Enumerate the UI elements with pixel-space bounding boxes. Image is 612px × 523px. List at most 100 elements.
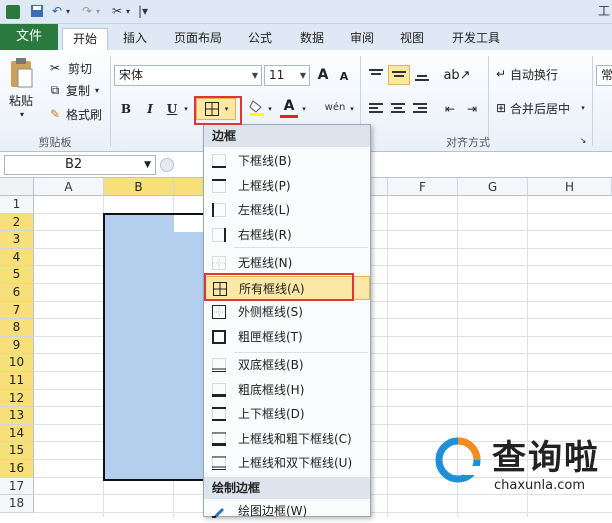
name-box[interactable]: B2 ▼ (4, 155, 156, 175)
paste-dropdown-icon[interactable]: ▾ (14, 108, 30, 120)
tab-data[interactable]: 数据 (290, 28, 334, 50)
fill-color-dropdown-icon[interactable]: ▾ (266, 100, 274, 118)
copy-dropdown-icon[interactable]: ▾ (92, 82, 102, 98)
bottom-double-border-icon (212, 358, 226, 372)
orientation-icon[interactable]: ab↗ (443, 66, 470, 84)
menu-item-top-and-double-bottom-border[interactable]: 上框线和双下框线(U) (204, 451, 370, 475)
phonetic-button[interactable]: wén (322, 96, 348, 118)
menu-item-right-border[interactable]: 右框线(R) (204, 223, 370, 247)
row-header-11[interactable]: 11 (0, 372, 34, 390)
menu-item-top-and-bottom-border[interactable]: 上下框线(D) (204, 402, 370, 426)
shrink-font-button[interactable]: A (336, 67, 352, 85)
column-header-f[interactable]: F (388, 178, 458, 196)
grow-font-button[interactable]: A (314, 65, 332, 85)
bold-button[interactable]: B (118, 100, 134, 118)
merge-dropdown-icon[interactable]: ▾ (578, 100, 588, 116)
tab-view[interactable]: 视图 (390, 28, 434, 50)
font-color-button[interactable]: A (280, 96, 298, 118)
copy-button[interactable]: 复制 (64, 82, 92, 98)
align-bottom-icon[interactable] (412, 66, 432, 84)
row-header-15[interactable]: 15 (0, 442, 34, 460)
tab-formulas[interactable]: 公式 (238, 28, 282, 50)
tab-page-layout[interactable]: 页面布局 (164, 28, 232, 50)
row-header-13[interactable]: 13 (0, 407, 34, 425)
align-center-icon[interactable] (388, 100, 408, 118)
menu-item-outside-borders[interactable]: 外侧框线(S) (204, 300, 370, 324)
menu-item-bottom-double-border[interactable]: 双底框线(B) (204, 353, 370, 377)
highlight-borders-button (194, 96, 242, 125)
row-header-12[interactable]: 12 (0, 389, 34, 408)
tab-developer[interactable]: 开发工具 (442, 28, 510, 50)
font-name-combo[interactable]: 宋体 ▼ (114, 65, 262, 86)
phonetic-dropdown-icon[interactable]: ▾ (348, 100, 356, 118)
row-header-7[interactable]: 7 (0, 301, 34, 320)
format-painter-button[interactable]: 格式刷 (64, 106, 104, 122)
merge-center-button[interactable]: 合并后居中 (510, 100, 576, 116)
menu-item-thick-bottom-border[interactable]: 粗底框线(H) (204, 378, 370, 402)
undo-dropdown-icon[interactable]: ▾ (66, 4, 70, 19)
customize-qat-icon[interactable]: |▾ (138, 4, 148, 19)
scissors-icon: ✂ (49, 61, 61, 75)
column-header-b[interactable]: B (104, 178, 174, 196)
menu-item-bottom-border[interactable]: 下框线(B) (204, 149, 370, 173)
menu-item-no-border[interactable]: 无框线(N) (204, 251, 370, 275)
align-top-icon[interactable] (366, 66, 386, 84)
formula-bar-handle[interactable] (160, 158, 174, 172)
fill-color-icon[interactable] (248, 98, 266, 118)
row-header-9[interactable]: 9 (0, 336, 34, 355)
menu-item-left-border[interactable]: 左框线(L) (204, 198, 370, 222)
tab-file[interactable]: 文件 (0, 24, 58, 50)
font-color-dropdown-icon[interactable]: ▾ (300, 100, 308, 118)
column-header-h[interactable]: H (528, 178, 612, 196)
align-right-icon[interactable] (410, 100, 430, 118)
row-header-18[interactable]: 18 (0, 495, 34, 513)
menu-section-borders: 边框 (204, 125, 370, 147)
decrease-indent-icon[interactable]: ⇤ (440, 100, 460, 118)
tools-dropdown-icon[interactable]: ▾ (126, 4, 130, 19)
underline-dropdown-icon[interactable]: ▾ (182, 100, 190, 118)
tab-insert[interactable]: 插入 (112, 28, 158, 50)
outside-borders-icon (212, 305, 226, 320)
column-header-g[interactable]: G (458, 178, 528, 196)
row-header-14[interactable]: 14 (0, 424, 34, 443)
undo-icon[interactable]: ↶ (52, 4, 62, 19)
cut-button[interactable]: 剪切 (64, 60, 96, 76)
row-header-3[interactable]: 3 (0, 231, 34, 249)
row-header-4[interactable]: 4 (0, 248, 34, 267)
magnifier-logo-icon (435, 437, 481, 483)
tab-review[interactable]: 审阅 (340, 28, 384, 50)
paste-icon[interactable] (6, 56, 36, 92)
align-left-icon[interactable] (366, 100, 386, 118)
menu-item-label: 外侧框线(S) (238, 305, 303, 320)
wrap-text-button[interactable]: 自动换行 (510, 66, 570, 82)
save-icon[interactable] (30, 4, 44, 19)
menu-item-top-border[interactable]: 上框线(P) (204, 174, 370, 198)
row-header-2[interactable]: 2 (0, 213, 34, 232)
row-header-5[interactable]: 5 (0, 266, 34, 284)
row-header-16[interactable]: 16 (0, 460, 34, 478)
tools-icon[interactable]: ✂ (112, 4, 122, 19)
increase-indent-icon[interactable]: ⇥ (462, 100, 482, 118)
menu-item-draw-border[interactable]: 绘图边框(W) (204, 499, 370, 523)
menu-item-label: 粗底框线(H) (238, 382, 305, 397)
row-header-10[interactable]: 10 (0, 354, 34, 372)
redo-dropdown-icon[interactable]: ▾ (96, 4, 100, 19)
row-header-6[interactable]: 6 (0, 284, 34, 302)
menu-item-top-and-thick-bottom-border[interactable]: 上框线和粗下框线(C) (204, 427, 370, 451)
number-format-combo[interactable]: 常 (596, 65, 612, 86)
redo-icon[interactable]: ↷ (82, 4, 92, 19)
row-header-1[interactable]: 1 (0, 196, 34, 214)
alignment-launcher-icon[interactable]: ↘ (578, 134, 588, 146)
select-all-corner[interactable] (0, 178, 34, 196)
font-size-combo[interactable]: 11 ▼ (264, 65, 310, 86)
underline-button[interactable]: U (164, 100, 180, 118)
column-header-a[interactable]: A (34, 178, 104, 196)
row-header-17[interactable]: 17 (0, 477, 34, 496)
align-middle-icon[interactable] (388, 65, 410, 85)
menu-item-thick-box-border[interactable]: 粗匣框线(T) (204, 325, 370, 349)
menu-item-label: 下框线(B) (238, 154, 292, 168)
tab-home[interactable]: 开始 (62, 28, 108, 50)
italic-button[interactable]: I (142, 100, 158, 118)
paste-button[interactable]: 粘贴 (4, 92, 38, 108)
row-header-8[interactable]: 8 (0, 319, 34, 337)
